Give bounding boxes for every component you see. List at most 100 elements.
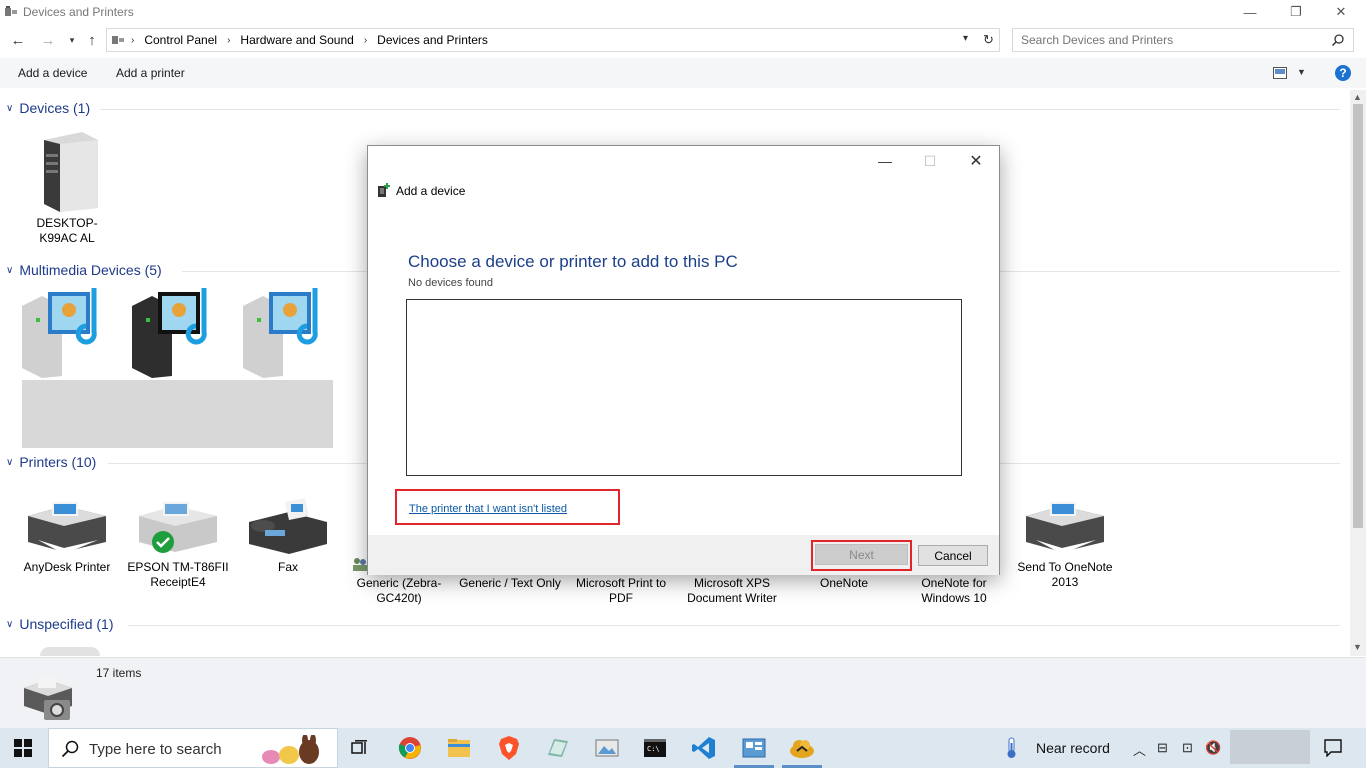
address-row: ← → ▾ ↑ › Control Panel › Hardware and S… bbox=[0, 26, 1366, 54]
printer-item-ms-pdf[interactable]: Microsoft Print to PDF bbox=[566, 576, 676, 606]
scrollbar-thumb[interactable] bbox=[1353, 104, 1363, 528]
taskbar: Type here to search C:\ Near record ︿ ⊟ bbox=[0, 728, 1366, 768]
next-button[interactable]: Next bbox=[815, 544, 908, 565]
file-explorer-icon[interactable] bbox=[445, 734, 473, 762]
search-icon bbox=[61, 740, 79, 758]
shared-users-icon bbox=[353, 558, 367, 571]
printer-icon bbox=[28, 502, 106, 554]
weather-text[interactable]: Near record bbox=[1036, 740, 1110, 756]
add-printer-button[interactable]: Add a printer bbox=[116, 66, 185, 80]
close-button[interactable]: ✕ bbox=[1318, 0, 1364, 24]
clock-area[interactable] bbox=[1230, 730, 1310, 764]
printer-icon bbox=[1026, 502, 1104, 554]
image-viewer-icon[interactable] bbox=[593, 734, 621, 762]
app-green-icon[interactable] bbox=[544, 734, 572, 762]
group-header-multimedia[interactable]: ∨ Multimedia Devices (5) bbox=[6, 262, 162, 278]
taskbar-search[interactable]: Type here to search bbox=[48, 728, 338, 768]
window-title: Devices and Printers bbox=[23, 5, 134, 19]
devices-printers-large-icon bbox=[24, 678, 72, 720]
add-device-dialog: — ☐ ✕ Add a device Choose a device or pr… bbox=[367, 145, 1000, 575]
devices-printers-icon bbox=[5, 6, 17, 16]
media-device-icon[interactable] bbox=[132, 286, 228, 378]
chevron-down-icon: ∨ bbox=[6, 102, 14, 114]
chevron-up-icon[interactable]: ︿ bbox=[1133, 740, 1146, 759]
back-arrow-icon[interactable]: ← bbox=[8, 30, 28, 50]
breadcrumb: › Control Panel › Hardware and Sound › D… bbox=[131, 33, 488, 47]
breadcrumb-separator-icon: › bbox=[227, 34, 231, 46]
dialog-maximize-button: ☐ bbox=[923, 152, 937, 169]
breadcrumb-devices-printers[interactable]: Devices and Printers bbox=[377, 33, 488, 47]
thermometer-icon bbox=[1007, 737, 1016, 758]
breadcrumb-hardware-sound[interactable]: Hardware and Sound bbox=[240, 33, 353, 47]
dialog-close-button[interactable]: ✕ bbox=[956, 150, 996, 172]
printer-not-listed-link[interactable]: The printer that I want isn't listed bbox=[409, 503, 567, 515]
printer-item-onenote-win10[interactable]: OneNote for Windows 10 bbox=[899, 576, 1009, 606]
printer-item-send-onenote[interactable]: Send To OneNote 2013 bbox=[1010, 496, 1120, 590]
default-check-icon bbox=[152, 531, 174, 553]
search-input[interactable] bbox=[1021, 32, 1321, 48]
minimize-button[interactable]: — bbox=[1227, 0, 1273, 24]
printer-item-epson[interactable]: EPSON TM-T86FII ReceiptE4 bbox=[123, 496, 233, 590]
group-header-printers[interactable]: ∨ Printers (10) bbox=[6, 454, 96, 470]
up-arrow-icon[interactable]: ↑ bbox=[82, 30, 102, 50]
details-pane: 17 items bbox=[0, 657, 1366, 728]
refresh-icon[interactable]: ↻ bbox=[983, 32, 994, 48]
chevron-down-icon: ∨ bbox=[6, 264, 14, 276]
group-header-devices[interactable]: ∨ Devices (1) bbox=[6, 100, 90, 116]
printer-item-generic-text[interactable]: Generic / Text Only bbox=[455, 576, 565, 591]
device-item[interactable]: DESKTOP-K99AC AL bbox=[12, 130, 122, 246]
search-icon[interactable] bbox=[1331, 33, 1345, 47]
vscode-icon[interactable] bbox=[690, 734, 718, 762]
printer-item-fax[interactable]: Fax bbox=[233, 496, 343, 575]
recent-chevron-icon[interactable]: ▾ bbox=[62, 30, 82, 50]
device-tray-icon[interactable]: ⊡ bbox=[1182, 740, 1193, 756]
notification-icon[interactable] bbox=[1324, 739, 1342, 757]
unspecified-device-icon[interactable] bbox=[40, 647, 100, 656]
computer-tower-icon bbox=[44, 132, 98, 212]
title-bar: Devices and Printers — ❐ ✕ bbox=[0, 0, 1366, 24]
taskbar-search-text: Type here to search bbox=[89, 741, 222, 758]
view-options-icon[interactable] bbox=[1273, 67, 1287, 79]
add-device-icon bbox=[378, 183, 390, 197]
device-label: DESKTOP-K99AC AL bbox=[36, 216, 98, 245]
command-bar: Add a device Add a printer ▼ bbox=[0, 58, 1366, 88]
divider bbox=[128, 625, 1340, 626]
add-device-button[interactable]: Add a device bbox=[18, 66, 87, 80]
printer-item-anydesk[interactable]: AnyDesk Printer bbox=[12, 496, 122, 575]
windows-start-icon[interactable] bbox=[14, 739, 32, 757]
dialog-heading: Choose a device or printer to add to thi… bbox=[408, 252, 738, 271]
chrome-icon[interactable] bbox=[396, 734, 424, 762]
speaker-muted-icon[interactable]: 🔇 bbox=[1205, 740, 1221, 756]
cancel-button[interactable]: Cancel bbox=[918, 545, 988, 566]
media-device-icon[interactable] bbox=[22, 286, 118, 378]
task-view-icon[interactable] bbox=[346, 734, 374, 762]
printer-item-onenote[interactable]: OneNote bbox=[789, 576, 899, 591]
media-device-icon[interactable] bbox=[243, 286, 339, 378]
scroll-down-icon[interactable]: ▼ bbox=[1353, 642, 1362, 652]
restore-button[interactable]: ❐ bbox=[1273, 0, 1319, 24]
dialog-status-text: No devices found bbox=[408, 277, 493, 289]
address-bar[interactable]: › Control Panel › Hardware and Sound › D… bbox=[106, 28, 1000, 52]
search-box[interactable] bbox=[1012, 28, 1354, 52]
printer-item-ms-xps[interactable]: Microsoft XPS Document Writer bbox=[677, 576, 787, 606]
terminal-icon[interactable]: C:\ bbox=[641, 734, 669, 762]
chevron-down-icon: ∨ bbox=[6, 618, 14, 630]
control-panel-icon[interactable] bbox=[740, 734, 768, 762]
printer-item-generic-zebra[interactable]: Generic (Zebra-GC420t) bbox=[344, 576, 454, 606]
brave-browser-icon[interactable] bbox=[495, 734, 523, 762]
device-list[interactable] bbox=[406, 299, 962, 476]
scroll-up-icon[interactable]: ▲ bbox=[1353, 92, 1362, 102]
vertical-scrollbar[interactable]: ▲ ▼ bbox=[1350, 90, 1366, 656]
chevron-down-icon: ∨ bbox=[6, 456, 14, 468]
forward-arrow-icon[interactable]: → bbox=[38, 30, 58, 50]
svg-text:C:\: C:\ bbox=[647, 745, 660, 753]
breadcrumb-control-panel[interactable]: Control Panel bbox=[144, 33, 217, 47]
address-dropdown-icon[interactable]: ▾ bbox=[963, 33, 968, 44]
network-icon[interactable]: ⊟ bbox=[1157, 740, 1168, 756]
cloud-app-icon[interactable] bbox=[788, 734, 816, 762]
help-icon[interactable]: ? bbox=[1335, 65, 1351, 81]
view-dropdown-icon[interactable]: ▼ bbox=[1297, 67, 1306, 77]
group-header-unspecified[interactable]: ∨ Unspecified (1) bbox=[6, 616, 113, 632]
fax-icon bbox=[249, 498, 327, 554]
dialog-minimize-button[interactable]: — bbox=[865, 150, 905, 172]
